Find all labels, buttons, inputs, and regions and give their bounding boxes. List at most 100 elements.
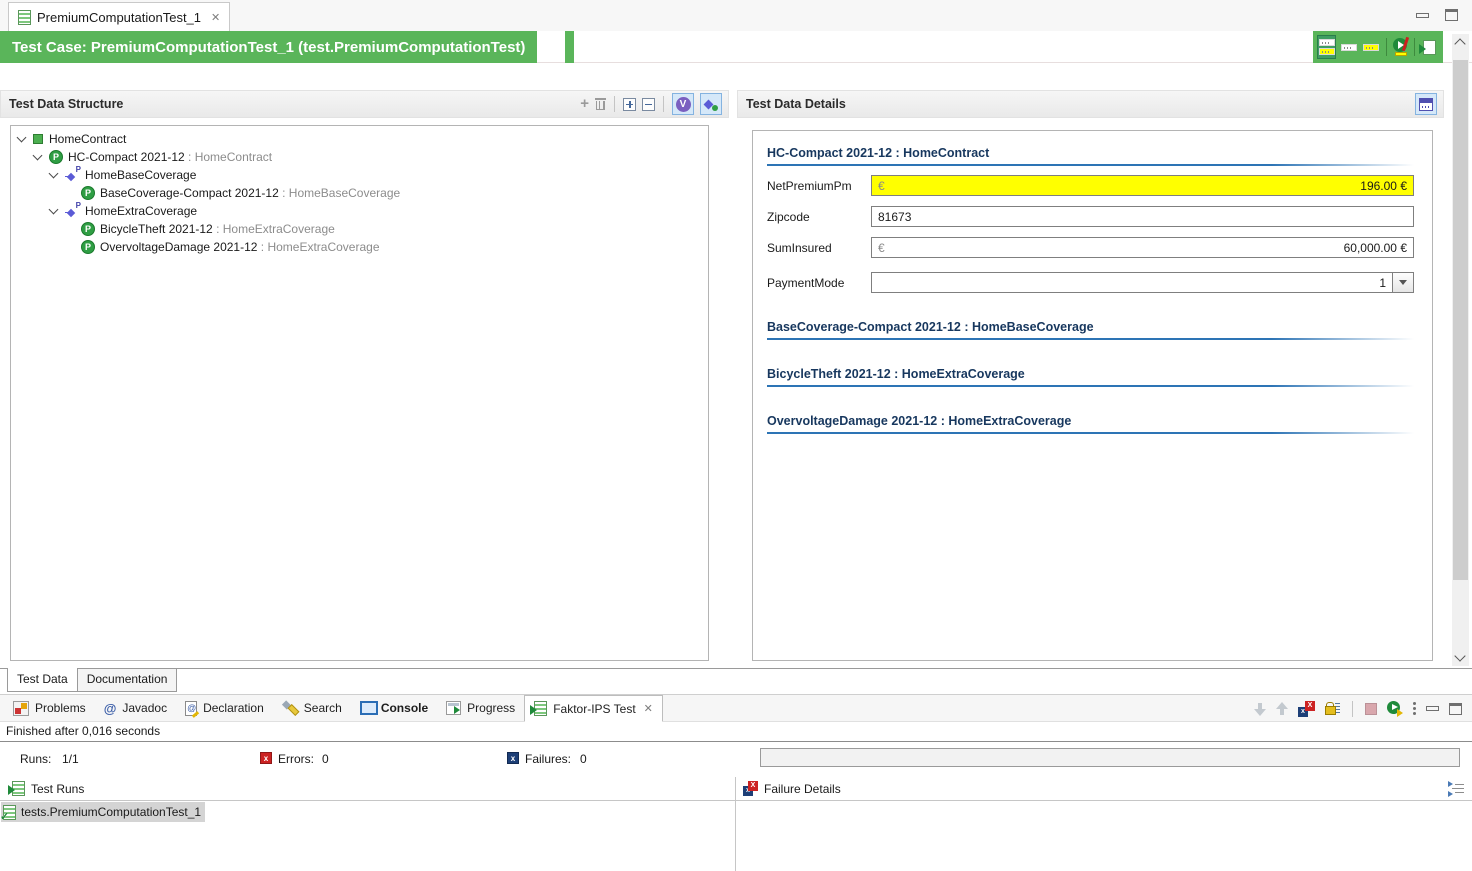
- chevron-down-icon[interactable]: [49, 205, 59, 215]
- netpremiumpm-input[interactable]: €196.00 €: [871, 175, 1414, 196]
- field-row: NetPremiumPm€196.00 €: [767, 175, 1414, 196]
- tab-javadoc[interactable]: @Javadoc: [95, 695, 176, 721]
- toggle-validation-button[interactable]: [672, 93, 694, 115]
- tab-label: Javadoc: [122, 701, 167, 715]
- zipcode-input[interactable]: 81673: [871, 206, 1414, 227]
- minimize-icon[interactable]: [1416, 13, 1429, 18]
- chevron-down-icon[interactable]: [33, 151, 43, 161]
- test-run-ok-icon: [3, 805, 16, 820]
- faktorips-test-icon: [534, 701, 547, 716]
- field-label: NetPremiumPm: [767, 179, 871, 193]
- toggle-association-button[interactable]: [700, 93, 722, 115]
- tab-declaration[interactable]: Declaration: [176, 695, 273, 721]
- tree-item-type: : HomeExtraCoverage: [213, 222, 335, 236]
- add-icon[interactable]: +: [580, 97, 589, 111]
- problems-icon: [13, 701, 29, 716]
- section-title: OvervoltageDamage 2021-12 : HomeExtraCov…: [767, 414, 1414, 428]
- dropdown-button[interactable]: [1393, 272, 1414, 293]
- scroll-down-icon[interactable]: [1454, 650, 1465, 661]
- yellow-field-icon: [1319, 48, 1335, 55]
- test-runs-title: Test Runs: [31, 782, 84, 796]
- tree-row[interactable]: HC-Compact 2021-12 : HomeContract: [11, 148, 708, 166]
- toolbar-separator: [1414, 38, 1415, 56]
- scroll-lock-icon[interactable]: [1325, 701, 1340, 716]
- failure-details-title: Failure Details: [764, 782, 841, 796]
- close-icon[interactable]: ✕: [644, 702, 653, 715]
- maximize-icon[interactable]: [1449, 703, 1462, 715]
- tree-row[interactable]: OvervoltageDamage 2021-12 : HomeExtraCov…: [11, 238, 708, 256]
- show-all-values-button[interactable]: [1317, 35, 1336, 59]
- toolbar-separator: [663, 96, 664, 112]
- run-underline-icon: [1395, 52, 1407, 56]
- runs-value: 1/1: [62, 752, 79, 766]
- suminsured-input[interactable]: €60,000.00 €: [871, 237, 1414, 258]
- chevron-down-icon[interactable]: [17, 133, 27, 143]
- tab-search[interactable]: Search: [273, 695, 351, 721]
- close-icon[interactable]: ✕: [211, 11, 220, 24]
- section-rule: [767, 164, 1414, 166]
- collapse-all-icon[interactable]: [642, 98, 655, 111]
- tab-problems[interactable]: Problems: [4, 695, 95, 721]
- test-data-structure-tree[interactable]: HomeContractHC-Compact 2021-12 : HomeCon…: [10, 125, 709, 661]
- chevron-down-icon[interactable]: [49, 169, 59, 179]
- scrollbar-thumb[interactable]: [1453, 60, 1468, 580]
- show-failures-only-icon[interactable]: xX: [1298, 701, 1315, 717]
- paymentmode-input[interactable]: 1: [871, 272, 1393, 293]
- tree-row[interactable]: HomeExtraCoverage: [11, 202, 708, 220]
- editor-page-tab-documentation[interactable]: Documentation: [77, 669, 178, 692]
- next-failure-icon[interactable]: [1254, 702, 1266, 716]
- section-rule: [767, 432, 1414, 434]
- failure-details-pane: xX Failure Details: [736, 777, 1472, 871]
- previous-failure-icon[interactable]: [1276, 702, 1288, 716]
- editor-page-tab-test-data[interactable]: Test Data: [7, 669, 78, 692]
- view-toolbar: xX: [1254, 695, 1462, 722]
- section-fields: NetPremiumPm€196.00 €Zipcode81673SumInsu…: [767, 175, 1414, 293]
- show-expected-values-button[interactable]: [1362, 35, 1381, 59]
- failures-label: Failures:: [525, 752, 571, 766]
- editor-page-tabs: Test DataDocumentation: [0, 668, 1472, 692]
- tree-row[interactable]: HomeContract: [11, 130, 708, 148]
- tab-label: Console: [381, 701, 428, 715]
- console-icon: [360, 701, 375, 715]
- search-icon: [282, 700, 298, 716]
- tree-item-type: : HomeContract: [185, 150, 272, 164]
- view-menu-icon[interactable]: [1413, 702, 1416, 715]
- tab-console[interactable]: Console: [351, 695, 437, 721]
- test-runs-pane: Test Runs tests.PremiumComputationTest_1: [0, 777, 736, 871]
- tree-row[interactable]: HomeBaseCoverage: [11, 166, 708, 184]
- product-cmpt-icon: [81, 240, 95, 254]
- tree-item-label: BaseCoverage-Compact 2021-12: [100, 186, 279, 200]
- scroll-up-icon[interactable]: [1454, 38, 1465, 49]
- run-test-icon: [1423, 40, 1436, 55]
- editor-tab[interactable]: PremiumComputationTest_1 ✕: [8, 2, 230, 31]
- show-input-values-button[interactable]: [1339, 35, 1358, 59]
- tree-row[interactable]: BaseCoverage-Compact 2021-12 : HomeBaseC…: [11, 184, 708, 202]
- section-title: HC-Compact 2021-12 : HomeContract: [767, 146, 1414, 160]
- field-row: Zipcode81673: [767, 206, 1414, 227]
- rerun-test-icon[interactable]: [1387, 701, 1403, 717]
- errors-value: 0: [322, 752, 329, 766]
- structure-panel-title: Test Data Structure: [9, 97, 123, 111]
- minimize-icon[interactable]: [1426, 706, 1439, 711]
- form-icon: [1419, 98, 1433, 111]
- expand-all-icon[interactable]: [623, 98, 636, 111]
- structure-toolbar: +: [580, 93, 722, 115]
- toolbar-separator: [1386, 38, 1387, 56]
- test-run-item[interactable]: tests.PremiumComputationTest_1: [1, 802, 205, 822]
- test-run-list[interactable]: tests.PremiumComputationTest_1: [0, 801, 735, 823]
- field-row: PaymentMode1: [767, 272, 1414, 293]
- tab-faktor-ips-test[interactable]: Faktor-IPS Test✕: [524, 695, 663, 722]
- maximize-icon[interactable]: [1445, 9, 1458, 21]
- editor-scrollbar[interactable]: [1452, 34, 1469, 666]
- toggle-detail-view-button[interactable]: [1415, 93, 1437, 115]
- tab-progress[interactable]: Progress: [437, 695, 524, 721]
- run-and-store-button[interactable]: [1392, 37, 1409, 57]
- tree-row[interactable]: BicycleTheft 2021-12 : HomeExtraCoverage: [11, 220, 708, 238]
- run-test-button[interactable]: [1420, 35, 1439, 59]
- details-panel-header: Test Data Details: [737, 90, 1444, 118]
- show-stack-trace-icon[interactable]: [1448, 781, 1464, 797]
- editor-tab-bar: PremiumComputationTest_1 ✕: [0, 0, 1472, 31]
- tree-item-type: : HomeBaseCoverage: [279, 186, 400, 200]
- delete-icon[interactable]: [595, 98, 606, 110]
- stop-test-icon[interactable]: [1365, 703, 1377, 715]
